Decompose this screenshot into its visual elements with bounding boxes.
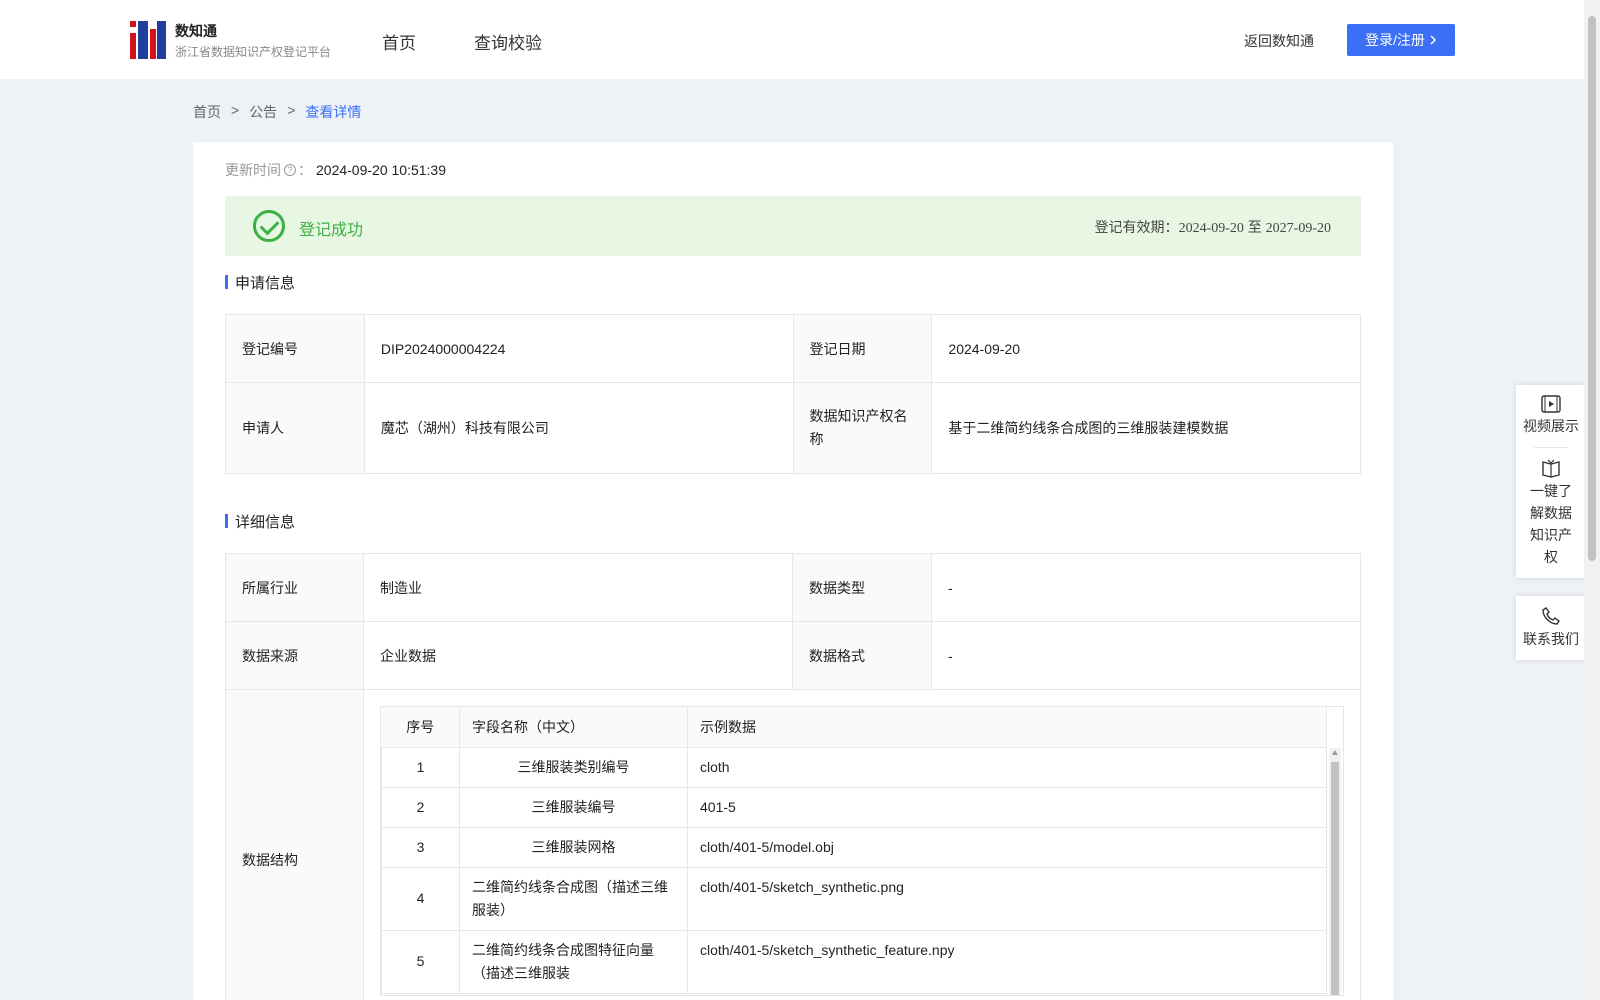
data-type-label: 数据类型 xyxy=(792,553,932,622)
chevron-right-icon xyxy=(1430,35,1436,45)
col-header-example: 示例数据 xyxy=(687,707,1327,748)
video-show-label: 视频展示 xyxy=(1523,418,1579,434)
reg-date-value: 2024-09-20 xyxy=(931,314,1361,383)
breadcrumb-home[interactable]: 首页 xyxy=(193,102,221,122)
detail-card: 更新时间 ? ： 2024-09-20 10:51:39 登记成功 登记有效期：… xyxy=(193,142,1393,1000)
data-type-value: - xyxy=(931,553,1361,622)
float-menu-top: 视频展示 一键了解数据知识产权 xyxy=(1516,385,1586,578)
top-header: 数知通 浙江省数据知识产权登记平台 首页 查询校验 返回数知通 登录/注册 xyxy=(0,0,1584,79)
row-example-cell: cloth/401-5/sketch_synthetic.png xyxy=(687,866,1327,931)
back-to-szt-link[interactable]: 返回数知通 xyxy=(1244,31,1314,51)
login-register-button[interactable]: 登录/注册 xyxy=(1347,24,1455,56)
update-time-label: 更新时间 xyxy=(225,162,281,178)
applicant-value: 魔芯（湖州）科技有限公司 xyxy=(363,382,794,474)
validity-sep: 至 xyxy=(1247,219,1262,235)
structure-table-container[interactable]: 序号 字段名称（中文） 示例数据 1 三维服装类别编号 cloth 2 三维服装编号 40… xyxy=(380,706,1344,996)
row-example-cell: cloth/401-5/model.obj xyxy=(687,826,1327,868)
row-no-cell: 5 xyxy=(381,929,460,994)
table-row: 1 三维服装类别编号 cloth xyxy=(381,746,1327,788)
applicant-label: 申请人 xyxy=(225,382,365,474)
reg-date-label: 登记日期 xyxy=(792,314,933,383)
apply-info-table: 登记编号 DIP2024000004224 登记日期 2024-09-20 申请… xyxy=(225,314,1361,474)
industry-label: 所属行业 xyxy=(225,553,364,622)
video-icon xyxy=(1541,395,1561,413)
industry-value: 制造业 xyxy=(363,553,793,622)
validity-label: 登记有效期： xyxy=(1094,219,1179,235)
data-format-label: 数据格式 xyxy=(792,621,932,690)
reg-no-label: 登记编号 xyxy=(225,314,365,383)
section-title-detail: 详细信息 xyxy=(225,511,295,532)
data-structure-cell: 序号 字段名称（中文） 示例数据 1 三维服装类别编号 cloth 2 三维服装编号 40… xyxy=(363,689,1361,1000)
status-text: 登记成功 xyxy=(299,222,364,239)
nav-home[interactable]: 首页 xyxy=(382,29,416,54)
structure-table-body: 1 三维服装类别编号 cloth 2 三维服装编号 401-5 3 三维服装网格 cloth/4… xyxy=(381,746,1327,994)
reg-no-value: DIP2024000004224 xyxy=(363,314,794,383)
breadcrumb: 首页 > 公告 > 查看详情 xyxy=(193,102,361,122)
table-row: 2 三维服装编号 401-5 xyxy=(381,786,1327,828)
float-menu-bottom: 联系我们 xyxy=(1516,596,1586,660)
col-header-no: 序号 xyxy=(381,707,460,748)
validity-end: 2027-09-20 xyxy=(1265,221,1331,236)
detail-info-table: 所属行业 制造业 数据类型 - 数据来源 企业数据 数据格式 - 数据结构 序号… xyxy=(225,553,1361,1000)
row-no-cell: 4 xyxy=(381,866,460,931)
question-icon[interactable]: ? xyxy=(284,164,296,176)
ip-name-label: 数据知识产权名称 xyxy=(792,382,933,474)
row-field-name-cell: 三维服装编号 xyxy=(459,786,688,828)
table-row: 5 二维简约线条合成图特征向量（描述三维服装 cloth/401-5/sketch_… xyxy=(381,929,1327,994)
data-format-value: - xyxy=(931,621,1361,690)
structure-table: 序号 字段名称（中文） 示例数据 1 三维服装类别编号 cloth 2 三维服装编号 40… xyxy=(381,707,1327,994)
data-source-label: 数据来源 xyxy=(225,621,364,690)
status-banner: 登记成功 登记有效期：2024-09-20 至 2027-09-20 xyxy=(225,196,1361,256)
row-example-cell: cloth/401-5/sketch_synthetic_feature.npy xyxy=(687,929,1327,994)
update-time-row: 更新时间 ? ： 2024-09-20 10:51:39 xyxy=(225,160,446,180)
page-scroll-thumb[interactable] xyxy=(1588,16,1596,561)
ip-name-value: 基于二维简约线条合成图的三维服装建模数据 xyxy=(931,382,1361,474)
video-show-button[interactable]: 视频展示 xyxy=(1516,385,1586,447)
table-scroll-thumb[interactable] xyxy=(1331,762,1339,995)
contact-us-label: 联系我们 xyxy=(1523,631,1579,647)
row-example-cell: cloth xyxy=(687,746,1327,788)
row-field-name-cell: 二维简约线条合成图（描述三维服装） xyxy=(459,866,688,931)
update-time-value: 2024-09-20 10:51:39 xyxy=(316,162,446,178)
row-no-cell: 3 xyxy=(381,826,460,868)
section-title-apply: 申请信息 xyxy=(225,272,295,293)
breadcrumb-current: 查看详情 xyxy=(305,104,362,120)
learn-ip-button[interactable]: 一键了解数据知识产权 xyxy=(1516,448,1586,578)
login-button-label: 登录/注册 xyxy=(1365,32,1425,48)
brand-subtitle: 浙江省数据知识产权登记平台 xyxy=(175,45,332,59)
row-example-cell: 401-5 xyxy=(687,786,1327,828)
row-field-name-cell: 三维服装网格 xyxy=(459,826,688,868)
row-field-name-cell: 三维服装类别编号 xyxy=(459,746,688,788)
page-scrollbar[interactable] xyxy=(1584,0,1600,1000)
contact-us-button[interactable]: 联系我们 xyxy=(1516,596,1586,660)
nav-query-verify[interactable]: 查询校验 xyxy=(474,29,542,54)
col-header-field-name: 字段名称（中文） xyxy=(459,707,688,748)
table-scrollbar[interactable] xyxy=(1329,748,1341,995)
validity-start: 2024-09-20 xyxy=(1178,221,1244,236)
row-field-name-cell: 二维简约线条合成图特征向量（描述三维服装 xyxy=(459,929,688,994)
table-row: 4 二维简约线条合成图（描述三维服装） cloth/401-5/sketch_syn… xyxy=(381,866,1327,931)
book-icon xyxy=(1542,459,1560,478)
phone-icon xyxy=(1542,607,1560,625)
breadcrumb-separator: > xyxy=(231,102,240,118)
breadcrumb-separator: > xyxy=(287,102,296,118)
row-no-cell: 2 xyxy=(381,786,460,828)
data-source-value: 企业数据 xyxy=(363,621,793,690)
brand-name: 数知通 xyxy=(175,23,217,39)
row-no-cell: 1 xyxy=(381,746,460,788)
breadcrumb-announcement[interactable]: 公告 xyxy=(249,102,277,122)
check-circle-icon xyxy=(253,210,285,242)
scroll-up-arrow-icon[interactable] xyxy=(1332,750,1338,755)
data-structure-label: 数据结构 xyxy=(225,689,364,1000)
table-row: 3 三维服装网格 cloth/401-5/model.obj xyxy=(381,826,1327,868)
update-time-colon: ： xyxy=(298,162,312,178)
platform-logo[interactable] xyxy=(130,21,166,59)
validity-period: 登记有效期：2024-09-20 至 2027-09-20 xyxy=(1095,217,1331,237)
learn-ip-label: 一键了解数据知识产权 xyxy=(1530,483,1572,565)
